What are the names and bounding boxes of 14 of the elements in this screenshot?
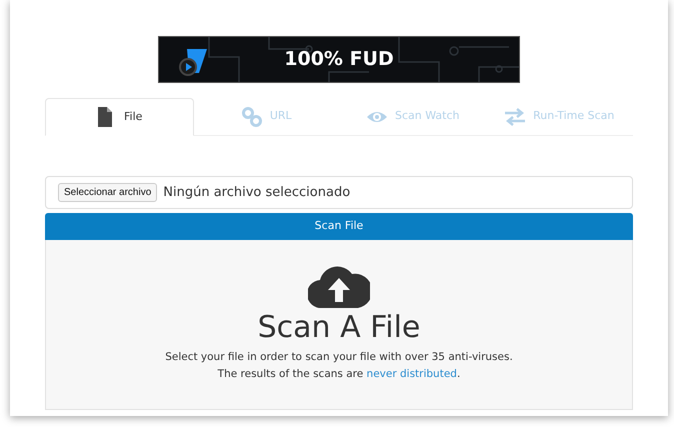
- logo-icon: [177, 47, 209, 77]
- swap-arrows-icon: [505, 106, 526, 126]
- scan-file-button[interactable]: Scan File: [45, 213, 633, 240]
- file-input[interactable]: Seleccionar archivo Ningún archivo seleccionado: [45, 176, 633, 209]
- cloud-upload-icon: [308, 264, 370, 308]
- dropzone-description: Select your file in order to scan your file with over 35 anti-viruses.: [165, 350, 513, 365]
- tab[interactable]: File: [45, 98, 194, 136]
- banner-text: 100% FUD: [284, 47, 394, 72]
- link-icon: [242, 106, 262, 126]
- choose-file-button[interactable]: Seleccionar archivo: [58, 183, 158, 202]
- dropzone-note: The results of the scans are never distributed.: [218, 366, 460, 382]
- never-distributed-link[interactable]: never distributed: [366, 368, 457, 380]
- dropzone-title: Scan A File: [258, 310, 420, 346]
- file-status: Ningún archivo seleccionado: [163, 184, 350, 202]
